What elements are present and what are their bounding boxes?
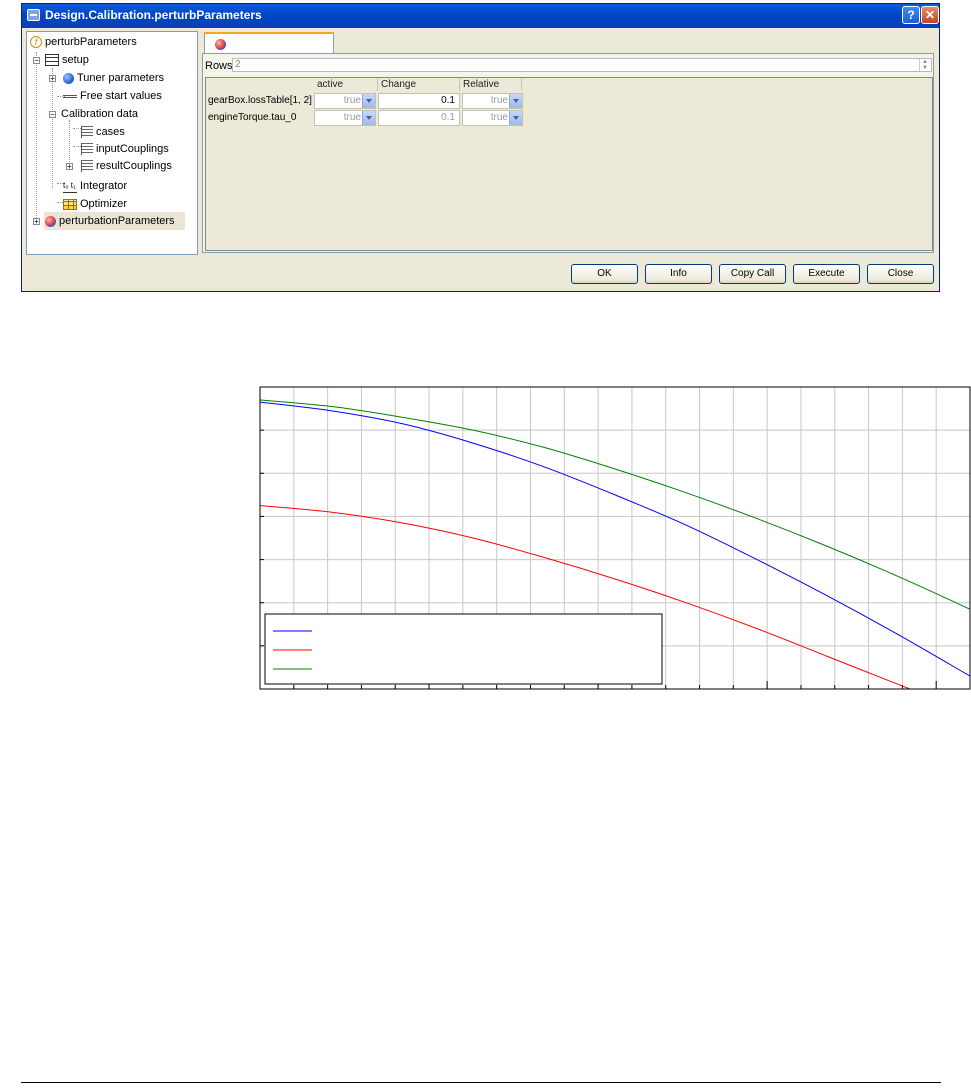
plot-legend [264, 613, 663, 685]
series-line-3 [260, 399, 970, 610]
result-plot [259, 386, 971, 690]
page-footer-rule [21, 1082, 941, 1083]
legend-box [264, 613, 663, 685]
